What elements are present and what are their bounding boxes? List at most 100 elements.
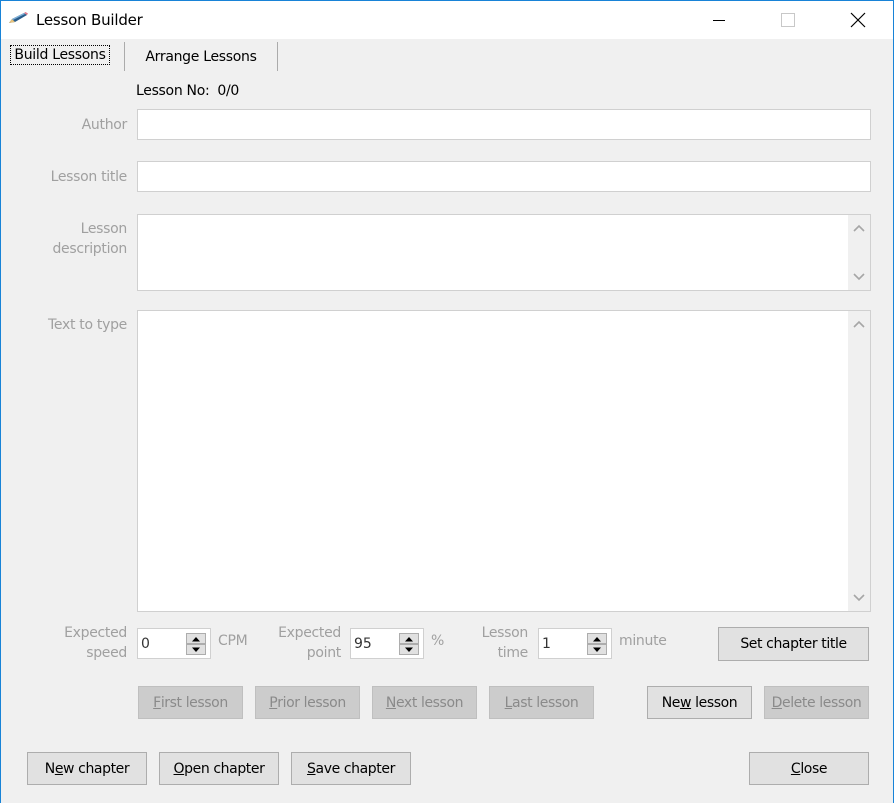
lesson-description-memo[interactable] [137,214,871,291]
triangle-up-icon [405,636,413,641]
button-label: Ne [661,694,681,711]
spinner-buttons [186,633,206,655]
prior-lesson-button[interactable]: Prior lesson [255,686,360,719]
spin-down-button[interactable] [399,644,419,655]
expected-point-spinner[interactable] [350,628,424,659]
expected-speed-spinner[interactable] [137,628,211,659]
triangle-down-icon [192,647,200,652]
delete-lesson-button[interactable]: Delete lesson [764,686,869,719]
minimize-icon [713,20,725,21]
lesson-number: Lesson No: 0/0 [136,83,239,99]
close-button[interactable]: Close [749,752,869,785]
expected-speed-input[interactable] [138,629,182,658]
lesson-time-unit: minute [619,633,667,649]
chevron-up-icon [853,224,865,232]
triangle-up-icon [593,636,601,641]
mnemonic: w [680,694,692,711]
button-label: N [44,760,55,777]
scroll-up-button[interactable] [848,217,870,239]
button-label: ext lesson [395,694,464,711]
spin-up-button[interactable] [587,633,607,644]
text-to-type-label: Text to type [48,317,127,333]
label-line: time [497,645,529,661]
mnemonic: L [504,694,513,711]
mnemonic: S [307,760,316,777]
author-label: Author [81,117,128,133]
maximize-icon [781,13,795,27]
lesson-description-input[interactable] [138,215,848,290]
spin-up-button[interactable] [399,633,419,644]
lesson-time-spinner[interactable] [538,628,612,659]
expected-point-input[interactable] [351,629,395,658]
expected-speed-unit: CPM [218,633,248,649]
button-label: rior lesson [277,694,346,711]
close-icon [850,12,866,28]
text-to-type-memo[interactable] [137,310,871,612]
spinner-buttons [399,633,419,655]
spinner-buttons [587,633,607,655]
lesson-number-label: Lesson No: [136,83,210,99]
save-chapter-button[interactable]: Save chapter [291,752,411,785]
lesson-time-label: Lesson time [461,623,529,663]
lesson-title-field[interactable] [137,161,871,192]
spin-down-button[interactable] [186,644,206,655]
minimize-button[interactable] [696,1,742,39]
lesson-title-label: Lesson title [50,169,128,185]
vertical-scrollbar[interactable] [848,311,870,611]
mnemonic: N [385,694,396,711]
set-chapter-title-button[interactable]: Set chapter title [718,627,869,661]
last-lesson-button[interactable]: Last lesson [489,686,594,719]
expected-point-label: Expected point [261,623,341,663]
lesson-description-label: Lesson description [21,219,127,259]
label-line: Expected [64,625,127,641]
triangle-down-icon [405,647,413,652]
new-chapter-button[interactable]: New chapter [27,752,147,785]
author-input[interactable] [138,110,870,139]
scroll-down-button[interactable] [848,587,870,609]
button-label: pen chapter [184,760,265,777]
vertical-scrollbar[interactable] [848,215,870,290]
mnemonic: P [269,694,278,711]
pencil-icon [7,11,29,25]
chevron-up-icon [853,320,865,328]
title-bar[interactable]: Lesson Builder [1,1,893,39]
chevron-down-icon [853,594,865,602]
tab-label: Arrange Lessons [145,48,257,65]
scroll-down-button[interactable] [848,266,870,288]
button-label: irst lesson [160,694,228,711]
new-lesson-button[interactable]: Ne w lesson [647,686,752,719]
expected-point-unit: % [431,633,445,649]
label-line: Lesson [481,625,529,641]
tab-build-lessons[interactable]: Build Lessons [5,41,115,69]
spin-down-button[interactable] [587,644,607,655]
button-label: lose [800,760,828,777]
author-field[interactable] [137,109,871,140]
lesson-time-input[interactable] [539,629,583,658]
label-line: speed [86,645,127,661]
lesson-title-input[interactable] [138,162,870,191]
first-lesson-button[interactable]: First lesson [138,686,243,719]
tab-label: Build Lessons [10,45,110,65]
mnemonic: e [54,760,64,777]
mnemonic: O [173,760,185,777]
mnemonic: F [153,694,161,711]
triangle-up-icon [192,636,200,641]
next-lesson-button[interactable]: Next lesson [372,686,477,719]
button-label: ast lesson [512,694,579,711]
button-label: ave chapter [315,760,396,777]
open-chapter-button[interactable]: Open chapter [159,752,279,785]
spin-up-button[interactable] [186,633,206,644]
maximize-button[interactable] [765,1,811,39]
tab-arrange-lessons[interactable]: Arrange Lessons [124,42,278,71]
label-line: description [52,241,127,257]
triangle-down-icon [593,647,601,652]
expected-speed-label: Expected speed [31,623,127,663]
button-label: elete lesson [781,694,862,711]
text-to-type-input[interactable] [138,311,848,611]
mnemonic: D [771,694,783,711]
chevron-down-icon [853,273,865,281]
button-label: w chapter [63,760,130,777]
close-window-button[interactable] [835,1,881,39]
window-title: Lesson Builder [36,11,143,29]
scroll-up-button[interactable] [848,313,870,335]
